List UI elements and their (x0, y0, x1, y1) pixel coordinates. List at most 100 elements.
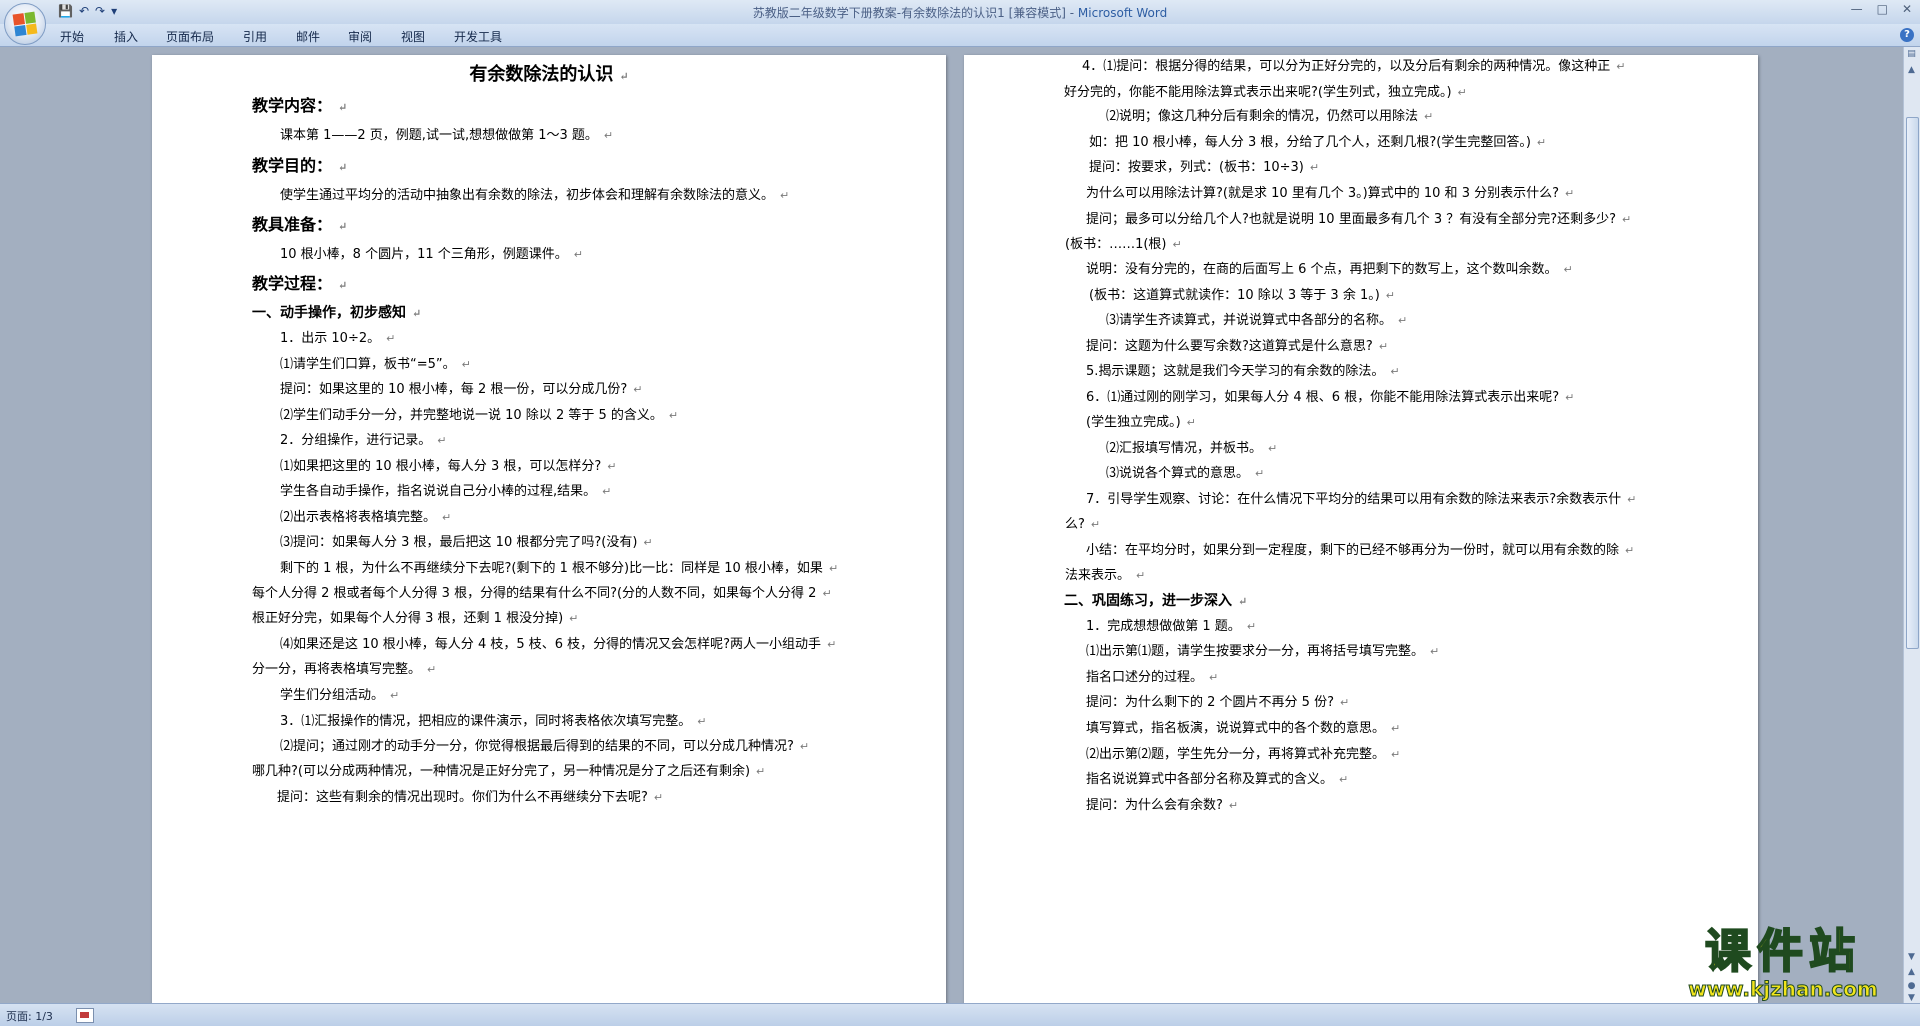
tab-view[interactable]: 视图 (401, 28, 425, 45)
page1-line[interactable]: ⑴如果把这里的 10 根小棒，每人分 3 根，可以怎样分? ↵ (280, 457, 616, 477)
scroll-up-icon[interactable]: ▲ (1906, 65, 1917, 76)
tab-mailings[interactable]: 邮件 (296, 28, 320, 45)
page2-line[interactable]: 1．完成想想做做第 1 题。 ↵ (1086, 617, 1256, 637)
paragraph-mark-icon: ↵ (1268, 442, 1278, 455)
page2-line[interactable]: 提问：这题为什么要写余数?这道算式是什么意思? ↵ (1086, 337, 1388, 357)
page2-line[interactable]: 二、巩固练习，进一步深入 ↵ (1064, 591, 1247, 612)
paragraph-text: 1．完成想想做做第 1 题。 (1086, 619, 1241, 634)
help-icon[interactable]: ? (1900, 28, 1914, 42)
paragraph-text: 提问：如果这里的 10 根小棒，每 2 根一份，可以分成几份? (280, 382, 628, 397)
paragraph-text: ⑶提问：如果每人分 3 根，最后把这 10 根都分完了吗?(没有) (280, 535, 638, 550)
ruler-toggle-icon[interactable]: ▤ (1906, 49, 1917, 60)
page2-line[interactable]: 提问；最多可以分给几个人?也就是说明 10 里面最多有几个 3 ？有没有全部分完… (1086, 210, 1631, 230)
proofing-status-icon[interactable] (76, 1008, 94, 1023)
tab-review[interactable]: 审阅 (348, 28, 372, 45)
page1-line[interactable]: 课本第 1——2 页，例题,试一试,想想做做第 1～3 题。 ↵ (280, 126, 613, 146)
vertical-scrollbar[interactable]: ▤ ▲ ▼ ▲ ● ▼ (1903, 47, 1920, 1003)
tab-page-layout[interactable]: 页面布局 (166, 28, 214, 45)
scroll-down-icon[interactable]: ▼ (1906, 952, 1917, 963)
page2-line[interactable]: 如：把 10 根小棒，每人分 3 根，分给了几个人，还剩几根?(学生完整回答。)… (1089, 133, 1546, 153)
paragraph-text: 5.揭示课题；这就是我们今天学习的有余数的除法。 (1086, 364, 1385, 379)
paragraph-text: 2．分组操作，进行记录。 (280, 433, 432, 448)
page1-line[interactable]: 1．出示 10÷2。 ↵ (280, 329, 395, 349)
page2-line[interactable]: ⑶请学生齐读算式，并说说算式中各部分的名称。 ↵ (1106, 311, 1407, 331)
page1-line[interactable]: 使学生通过平均分的活动中抽象出有余数的除法，初步体会和理解有余数除法的意义。 ↵ (280, 186, 789, 206)
close-icon[interactable]: ✕ (1902, 2, 1912, 16)
page1-line[interactable]: 10 根小棒，8 个圆片，11 个三角形，例题课件。 ↵ (280, 245, 583, 265)
tab-references[interactable]: 引用 (243, 28, 267, 45)
page2-line[interactable]: ⑵出示第⑵题，学生先分一分，再将算式补充完整。 ↵ (1086, 745, 1400, 765)
page1-line[interactable]: ⑵提问；通过刚才的动手分一分，你觉得根据最后得到的结果的不同，可以分成几种情况?… (280, 737, 809, 757)
page2-line[interactable]: 指名口述分的过程。 ↵ (1086, 668, 1218, 688)
maximize-icon[interactable]: □ (1877, 2, 1888, 16)
paragraph-mark-icon: ↵ (653, 791, 664, 804)
paragraph-mark-icon: ↵ (1625, 544, 1635, 557)
page2-line[interactable]: 为什么可以用除法计算?(就是求 10 里有几个 3。)算式中的 10 和 3 分… (1086, 184, 1574, 204)
page-indicator[interactable]: 页面: 1/3 (6, 1008, 53, 1024)
scrollbar-thumb[interactable] (1906, 117, 1919, 649)
page1-line[interactable]: 教学过程： ↵ (252, 274, 347, 296)
tab-home[interactable]: 开始 (60, 28, 84, 45)
document-page-2[interactable]: 4．⑴提问：根据分得的结果，可以分为正好分完的，以及分后有剩余的两种情况。像这种… (964, 55, 1758, 1003)
page1-line[interactable]: ⑴请学生们口算，板书“=5”。 ↵ (280, 355, 471, 375)
paragraph-text: ⑵提问；通过刚才的动手分一分，你觉得根据最后得到的结果的不同，可以分成几种情况? (280, 739, 794, 754)
office-button[interactable] (4, 3, 46, 45)
page1-line[interactable]: 3．⑴汇报操作的情况，把相应的课件演示，同时将表格依次填写完整。 ↵ (280, 712, 707, 732)
page1-line[interactable]: 有余数除法的认识 ↵ (152, 65, 946, 87)
page2-line[interactable]: 法来表示。 ↵ (1065, 566, 1145, 586)
page2-line[interactable]: (学生独立完成。) ↵ (1086, 413, 1196, 433)
previous-page-icon[interactable]: ▲ (1906, 967, 1917, 978)
page2-line[interactable]: (板书：这道算式就读作：10 除以 3 等于 3 余 1。) ↵ (1089, 286, 1395, 306)
page1-line[interactable]: 2．分组操作，进行记录。 ↵ (280, 431, 447, 451)
page1-line[interactable]: 哪几种?(可以分成两种情况，一种情况是正好分完了，另一种情况是分了之后还有剩余)… (252, 762, 765, 782)
page1-line[interactable]: 每个人分得 2 根或者每个人分得 3 根，分得的结果有什么不同?(分的人数不同，… (252, 584, 832, 604)
paragraph-text: 教具准备： (252, 215, 333, 234)
page2-line[interactable]: 填写算式，指名板演，说说算式中的各个数的意思。 ↵ (1086, 719, 1400, 739)
page1-line[interactable]: ⑶提问：如果每人分 3 根，最后把这 10 根都分完了吗?(没有) ↵ (280, 533, 653, 553)
page1-line[interactable]: 提问：这些有剩余的情况出现时。你们为什么不再继续分下去呢? ↵ (277, 788, 663, 808)
page1-line[interactable]: 教具准备： ↵ (252, 215, 347, 237)
page2-line[interactable]: ⑵说明；像这几种分后有剩余的情况，仍然可以用除法 ↵ (1106, 107, 1433, 127)
paragraph-text: ⑷如果还是这 10 根小棒，每人分 4 枝，5 枝、6 枝，分得的情况又会怎样呢… (280, 637, 822, 652)
page1-line[interactable]: 剩下的 1 根，为什么不再继续分下去呢?(剩下的 1 根不够分)比一比：同样是 … (280, 559, 838, 579)
page2-line[interactable]: 小结：在平均分时，如果分到一定程度，剩下的已经不够再分为一份时，就可以用有余数的… (1086, 541, 1634, 561)
page2-line[interactable]: ⑵汇报填写情况，并板书。 ↵ (1106, 439, 1277, 459)
browse-object-icon[interactable]: ● (1906, 981, 1917, 992)
page2-line[interactable]: 提问：为什么剩下的 2 个圆片不再分 5 份? ↵ (1086, 693, 1349, 713)
paragraph-mark-icon: ↵ (1391, 722, 1401, 735)
paragraph-text: 提问：为什么会有余数? (1086, 798, 1223, 813)
page1-line[interactable]: ⑵学生们动手分一分，并完整地说一说 10 除以 2 等于 5 的含义。 ↵ (280, 406, 678, 426)
page1-line[interactable]: 根正好分完，如果每个人分得 3 根，还剩 1 根没分掉) ↵ (252, 609, 578, 629)
page2-line[interactable]: (板书：……1(根) ↵ (1065, 235, 1182, 255)
page2-line[interactable]: ⑴出示第⑴题，请学生按要求分一分，再将括号填写完整。 ↵ (1086, 642, 1439, 662)
page1-line[interactable]: 学生们分组活动。 ↵ (280, 686, 399, 706)
page2-line[interactable]: 指名说说算式中各部分名称及算式的含义。 ↵ (1086, 770, 1348, 790)
minimize-icon[interactable]: — (1851, 2, 1863, 16)
tab-insert[interactable]: 插入 (114, 28, 138, 45)
tab-developer[interactable]: 开发工具 (454, 28, 502, 45)
page1-line[interactable]: 提问：如果这里的 10 根小棒，每 2 根一份，可以分成几份? ↵ (280, 380, 642, 400)
page1-line[interactable]: 分一分，再将表格填写完整。 ↵ (252, 660, 436, 680)
page1-line[interactable]: 学生各自动手操作，指名说说自己分小棒的过程,结果。 ↵ (280, 482, 611, 502)
window-title: 苏教版二年级数学下册教案-有余数除法的认识1 [兼容模式] - Microsof… (752, 6, 1168, 20)
page2-line[interactable]: 6．⑴通过刚的刚学习，如果每人分 4 根、6 根，你能不能用除法算式表示出来呢?… (1086, 388, 1574, 408)
paragraph-mark-icon: ↵ (602, 485, 612, 498)
page2-line[interactable]: 提问：为什么会有余数? ↵ (1086, 796, 1238, 816)
paragraph-mark-icon: ↵ (437, 434, 447, 447)
page2-line[interactable]: ⑶说说各个算式的意思。 ↵ (1106, 464, 1264, 484)
page1-line[interactable]: 教学目的： ↵ (252, 156, 347, 178)
page1-line[interactable]: ⑵出示表格将表格填完整。 ↵ (280, 508, 451, 528)
page2-line[interactable]: 4．⑴提问：根据分得的结果，可以分为正好分完的，以及分后有剩余的两种情况。像这种… (1082, 57, 1626, 77)
page2-line[interactable]: 5.揭示课题；这就是我们今天学习的有余数的除法。 ↵ (1086, 362, 1400, 382)
page2-line[interactable]: 7．引导学生观察、讨论：在什么情况下平均分的结果可以用有余数的除法来表示?余数表… (1086, 490, 1636, 510)
page2-line[interactable]: 说明：没有分完的，在商的后面写上 6 个点，再把剩下的数写上，这个数叫余数。 ↵ (1086, 260, 1573, 280)
page1-line[interactable]: ⑷如果还是这 10 根小棒，每人分 4 枝，5 枝、6 枝，分得的情况又会怎样呢… (280, 635, 836, 655)
page2-line[interactable]: 么? ↵ (1065, 515, 1100, 535)
paragraph-mark-icon: ↵ (1209, 671, 1219, 684)
page1-line[interactable]: 一、动手操作，初步感知 ↵ (252, 303, 421, 324)
document-page-1[interactable]: 有余数除法的认识 ↵ 教学内容： ↵ 课本第 1——2 页，例题,试一试,想想做做第 1… (152, 55, 946, 1003)
page1-line[interactable]: 教学内容： ↵ (252, 96, 347, 118)
page2-line[interactable]: 好分完的，你能不能用除法算式表示出来呢?(学生列式，独立完成。) ↵ (1064, 83, 1467, 103)
paragraph-text: 4．⑴提问：根据分得的结果，可以分为正好分完的，以及分后有剩余的两种情况。像这种… (1082, 59, 1611, 74)
page2-line[interactable]: 提问：按要求，列式：(板书：10÷3) ↵ (1089, 158, 1319, 178)
